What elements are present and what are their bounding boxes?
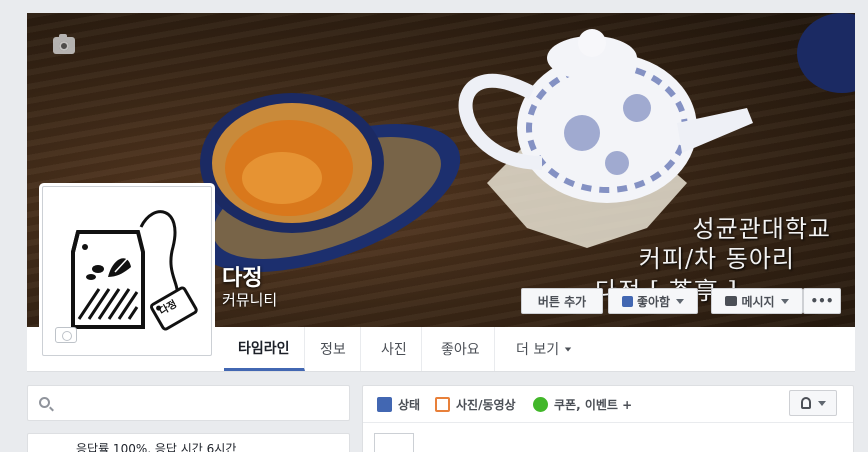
page-title[interactable]: 다정 [222, 260, 262, 292]
profile-picture[interactable]: 다정 [42, 186, 212, 356]
tab-timeline[interactable]: 타임라인 [224, 327, 305, 371]
message-label: 메시지 [741, 294, 775, 309]
page-search-box[interactable] [27, 385, 350, 421]
photo-icon [435, 397, 450, 412]
tab-timeline-label: 타임라인 [238, 340, 290, 357]
location-icon [800, 397, 811, 409]
tab-about-label: 정보 [320, 342, 346, 358]
response-rate-text: 응답률 100%, 응답 시간 6시간 [76, 442, 237, 452]
profile-camera-icon[interactable] [55, 327, 77, 343]
chevron-down-icon [817, 400, 826, 406]
response-rate-card: 응답률 100%, 응답 시간 6시간 [27, 433, 350, 452]
audience-selector-button[interactable] [789, 390, 837, 416]
add-button-button[interactable]: 버튼 추가 [521, 288, 603, 314]
like-label: 좋아함 [636, 294, 671, 309]
message-button[interactable]: 메시지 [711, 288, 803, 314]
add-button-label: 버튼 추가 [537, 294, 587, 309]
more-label: ••• [810, 294, 834, 308]
chevron-down-icon [564, 347, 572, 351]
composer-photo-video-tab[interactable]: 사진/동영상 [435, 396, 516, 413]
tab-likes[interactable]: 좋아요 [427, 327, 495, 371]
tab-more-label: 더 보기 [516, 342, 560, 358]
message-icon [725, 296, 738, 306]
composer-status-label: 상태 [398, 398, 421, 412]
composer-divider [363, 422, 853, 423]
like-button[interactable]: 좋아함 [608, 288, 698, 314]
composer-offer-event-tab[interactable]: 쿠폰, 이벤트 + [533, 396, 632, 413]
chevron-down-icon [676, 298, 685, 304]
tab-likes-label: 좋아요 [441, 342, 480, 358]
tab-photos-label: 사진 [381, 342, 407, 358]
tab-about[interactable]: 정보 [306, 327, 361, 371]
coupon-icon [533, 397, 548, 412]
page-category[interactable]: 커뮤니티 [222, 289, 277, 310]
tab-more[interactable]: 더 보기 [502, 327, 586, 371]
chevron-down-icon [780, 298, 789, 304]
avatar [374, 433, 414, 452]
pencil-icon [377, 397, 392, 412]
composer-offer-event-label: 쿠폰, 이벤트 + [554, 398, 633, 412]
more-options-button[interactable]: ••• [803, 288, 841, 314]
search-input[interactable] [58, 392, 343, 414]
post-composer: 상태 사진/동영상 쿠폰, 이벤트 + [362, 385, 854, 452]
thumbs-up-icon [621, 295, 633, 307]
cover-camera-icon[interactable] [53, 34, 75, 54]
cover-text-club: 커피/차 동아리 [638, 245, 795, 273]
tab-photos[interactable]: 사진 [367, 327, 422, 371]
composer-status-tab[interactable]: 상태 [377, 396, 420, 413]
facebook-page: 성균관대학교 커피/차 동아리 다정 [ 茶亭 ] 다정 커뮤니티 버튼 추가 … [0, 0, 868, 452]
search-icon [39, 397, 50, 408]
composer-photo-video-label: 사진/동영상 [456, 398, 516, 412]
